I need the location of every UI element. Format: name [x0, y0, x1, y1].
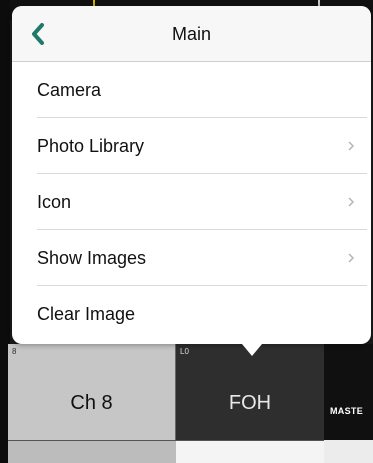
menu-item-photo-library[interactable]: Photo Library — [12, 118, 371, 174]
popover-pointer — [237, 338, 267, 356]
channel-label: Ch 8 — [70, 392, 113, 414]
menu-item-label: Camera — [37, 80, 102, 100]
menu-item-label: Clear Image — [37, 304, 136, 324]
channel-number: 8 — [12, 347, 17, 356]
menu-item-label: Photo Library — [37, 136, 145, 156]
channel-label: FOH — [228, 392, 272, 414]
channel-strip-foh[interactable]: L0 FOH — [176, 344, 324, 440]
channel-strip-master[interactable]: MASTE — [324, 344, 373, 440]
menu-item-camera[interactable]: Camera — [12, 62, 371, 118]
menu-item-show-images[interactable]: Show Images — [12, 230, 371, 286]
chevron-right-icon — [348, 253, 355, 263]
chevron-right-icon — [348, 197, 355, 207]
menu-item-label: Icon — [37, 192, 72, 212]
channel-cell[interactable] — [324, 440, 373, 463]
chevron-right-icon — [348, 141, 355, 151]
channel-label: MASTE — [330, 406, 363, 416]
channel-number: L0 — [180, 347, 189, 356]
channel-cell[interactable] — [176, 440, 324, 463]
channel-cell[interactable] — [8, 440, 176, 463]
menu-item-icon[interactable]: Icon — [12, 174, 371, 230]
popover-title: Main — [171, 24, 211, 44]
image-options-popover: Main Camera Photo Library Icon Show Imag… — [12, 6, 371, 344]
popover-nav-bar: Main — [12, 6, 371, 62]
menu-item-label: Show Images — [37, 248, 147, 268]
popover-menu: Camera Photo Library Icon Show Images Cl… — [12, 62, 371, 342]
channel-strip-ch8[interactable]: 8 Ch 8 — [8, 344, 176, 440]
menu-item-clear-image[interactable]: Clear Image — [12, 286, 371, 342]
